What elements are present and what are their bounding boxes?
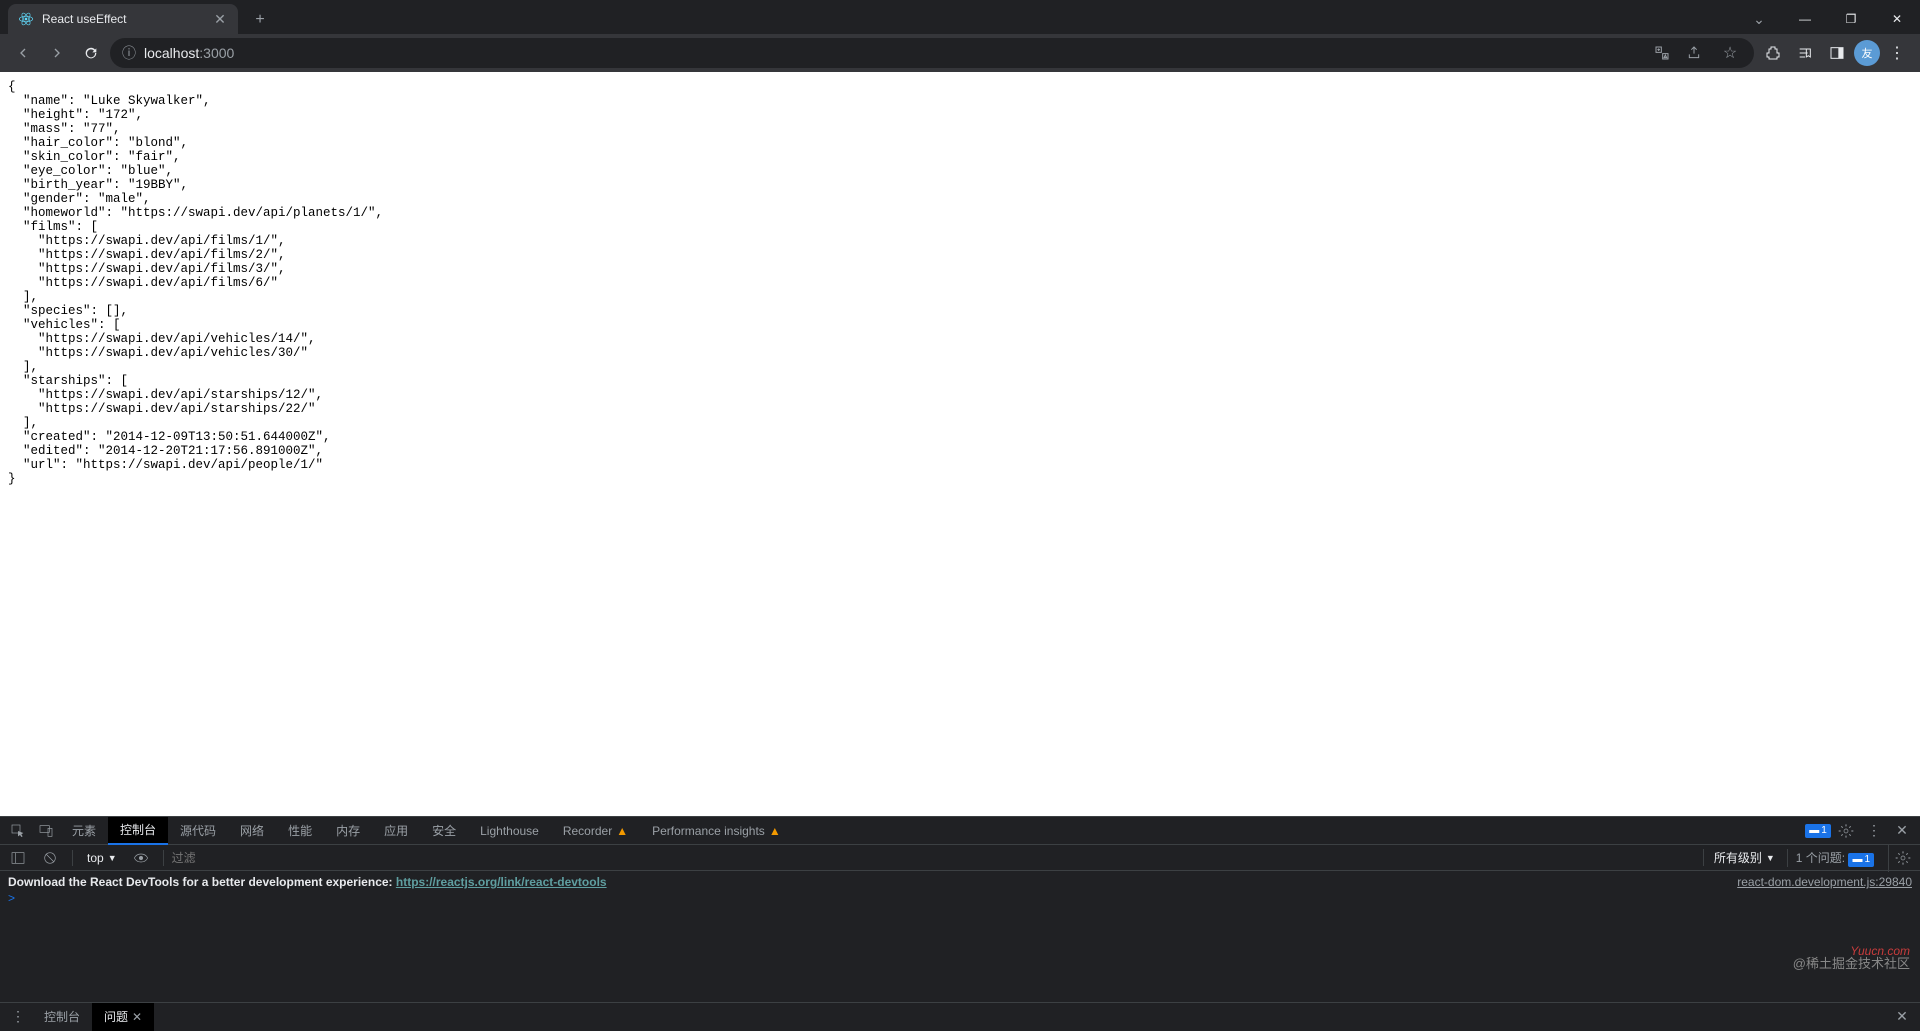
watermark-grey: @稀土掘金技术社区 xyxy=(1793,953,1910,972)
browser-tab[interactable]: React useEffect ✕ xyxy=(8,4,238,34)
tab-recorder[interactable]: Recorder▲ xyxy=(551,817,640,845)
tab-close-button[interactable]: ✕ xyxy=(212,11,228,27)
forward-button[interactable] xyxy=(42,38,72,68)
issues-badge[interactable]: ▬ 1 xyxy=(1804,817,1832,845)
console-settings-icon[interactable] xyxy=(1888,844,1916,872)
json-output: { "name": "Luke Skywalker", "height": "1… xyxy=(8,80,1912,486)
extensions-icon[interactable] xyxy=(1758,38,1788,68)
tab-sources[interactable]: 源代码 xyxy=(168,817,228,845)
clear-console-icon[interactable] xyxy=(36,844,64,872)
tab-title: React useEffect xyxy=(42,12,204,26)
console-source-link[interactable]: react-dom.development.js:29840 xyxy=(1737,875,1912,889)
url-port: :3000 xyxy=(199,45,234,61)
tab-search-button[interactable]: ⌄ xyxy=(1736,4,1782,34)
menu-icon[interactable]: ⋮ xyxy=(1882,38,1912,68)
tab-elements[interactable]: 元素 xyxy=(60,817,108,845)
filter-input[interactable] xyxy=(172,851,272,865)
tab-performance-insights[interactable]: Performance insights▲ xyxy=(640,817,793,845)
url-input[interactable]: ⓘ localhost:3000 ☆ xyxy=(110,38,1754,68)
tab-network[interactable]: 网络 xyxy=(228,817,276,845)
browser-titlebar: React useEffect ✕ + ⌄ — ❐ ✕ xyxy=(0,0,1920,34)
console-prompt[interactable]: > xyxy=(8,891,1912,905)
tab-security[interactable]: 安全 xyxy=(420,817,468,845)
page-content: { "name": "Luke Skywalker", "height": "1… xyxy=(0,72,1920,816)
console-link[interactable]: https://reactjs.org/link/react-devtools xyxy=(396,875,607,889)
back-button[interactable] xyxy=(8,38,38,68)
issues-count-label: 1 个问题: ▬ 1 xyxy=(1787,849,1882,867)
tab-application[interactable]: 应用 xyxy=(372,817,420,845)
reading-list-icon[interactable] xyxy=(1790,38,1820,68)
drawer-tab-close-icon[interactable]: ✕ xyxy=(132,1010,142,1024)
site-info-icon[interactable]: ⓘ xyxy=(122,43,136,63)
translate-icon[interactable] xyxy=(1654,45,1678,61)
tab-console[interactable]: 控制台 xyxy=(108,817,168,845)
log-levels-selector[interactable]: 所有级别 ▼ xyxy=(1703,849,1781,866)
new-tab-button[interactable]: + xyxy=(246,6,274,34)
devtools-drawer: ⋮ 控制台 问题 ✕ ✕ xyxy=(0,1002,1920,1030)
more-icon[interactable]: ⋮ xyxy=(1860,817,1888,845)
live-expression-icon[interactable] xyxy=(127,844,155,872)
console-toolbar: top ▼ 所有级别 ▼ 1 个问题: ▬ 1 xyxy=(0,845,1920,871)
settings-icon[interactable] xyxy=(1832,817,1860,845)
drawer-menu-icon[interactable]: ⋮ xyxy=(4,1003,32,1031)
window-maximize-button[interactable]: ❐ xyxy=(1828,4,1874,34)
devtools-panel: 元素 控制台 源代码 网络 性能 内存 应用 安全 Lighthouse Rec… xyxy=(0,816,1920,1030)
tab-memory[interactable]: 内存 xyxy=(324,817,372,845)
drawer-tab-issues[interactable]: 问题 ✕ xyxy=(92,1003,154,1031)
drawer-close-icon[interactable]: ✕ xyxy=(1888,1003,1916,1031)
devtools-tabs: 元素 控制台 源代码 网络 性能 内存 应用 安全 Lighthouse Rec… xyxy=(0,817,1920,845)
context-selector[interactable]: top ▼ xyxy=(81,851,123,865)
react-icon xyxy=(18,11,34,27)
bookmark-icon[interactable]: ☆ xyxy=(1718,43,1742,63)
reload-button[interactable] xyxy=(76,38,106,68)
url-host: localhost xyxy=(144,45,199,61)
tab-performance[interactable]: 性能 xyxy=(276,817,324,845)
inspect-element-icon[interactable] xyxy=(4,817,32,845)
window-close-button[interactable]: ✕ xyxy=(1874,4,1920,34)
console-output[interactable]: Download the React DevTools for a better… xyxy=(0,871,1920,1002)
window-minimize-button[interactable]: — xyxy=(1782,4,1828,34)
window-controls: ⌄ — ❐ ✕ xyxy=(1736,4,1920,34)
console-sidebar-toggle-icon[interactable] xyxy=(4,844,32,872)
address-bar: ⓘ localhost:3000 ☆ 友 ⋮ xyxy=(0,34,1920,72)
device-toggle-icon[interactable] xyxy=(32,817,60,845)
share-icon[interactable] xyxy=(1686,45,1710,61)
side-panel-icon[interactable] xyxy=(1822,38,1852,68)
devtools-close-icon[interactable]: ✕ xyxy=(1888,817,1916,845)
tab-lighthouse[interactable]: Lighthouse xyxy=(468,817,551,845)
console-message: Download the React DevTools for a better… xyxy=(8,875,607,889)
profile-avatar[interactable]: 友 xyxy=(1854,40,1880,66)
drawer-tab-console[interactable]: 控制台 xyxy=(32,1003,92,1031)
